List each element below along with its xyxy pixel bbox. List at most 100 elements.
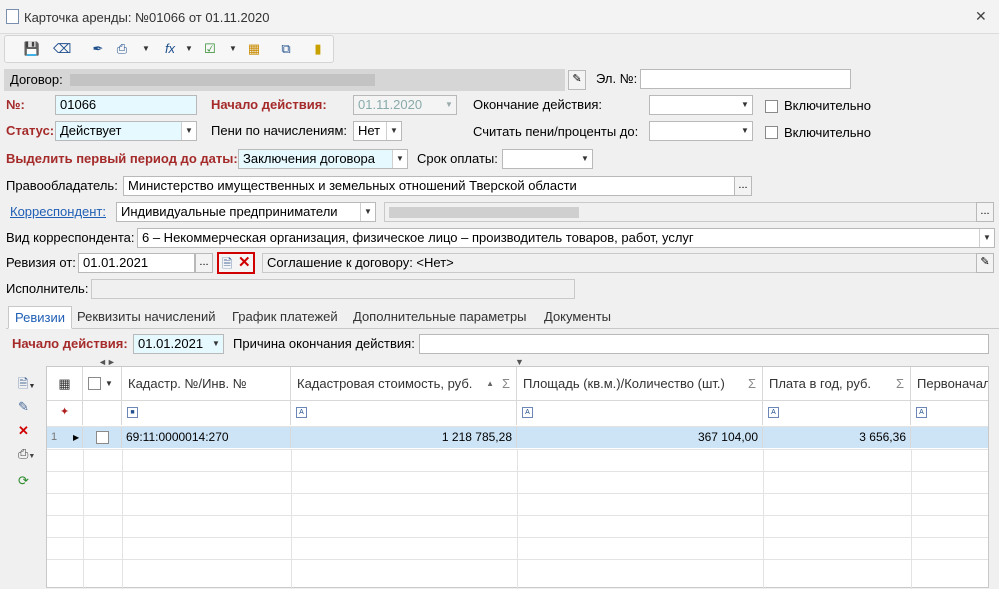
- print-dropdown-icon[interactable]: ▼: [142, 44, 150, 53]
- status-value: Действует: [60, 123, 122, 138]
- cell-area[interactable]: 367 104,00: [517, 427, 763, 448]
- executor-field: [91, 279, 575, 299]
- filter-cadastre[interactable]: ■: [122, 400, 291, 425]
- select-all-checkbox[interactable]: [88, 377, 101, 390]
- correspondent-name-field[interactable]: [384, 202, 978, 222]
- calc-icon[interactable]: ☑: [201, 40, 219, 58]
- chevron-down-icon[interactable]: ▼: [181, 122, 196, 140]
- contract-label: Договор:: [10, 72, 63, 87]
- cell-cost[interactable]: 1 218 785,28: [291, 427, 517, 448]
- end-reason-field[interactable]: [419, 334, 989, 354]
- pin-icon[interactable]: ✦: [60, 405, 69, 418]
- chevron-down-icon[interactable]: ▼: [392, 150, 407, 168]
- tab-extra-params[interactable]: Дополнительные параметры: [353, 306, 527, 329]
- print-grid-icon[interactable]: ⎙▼: [18, 445, 42, 463]
- chevron-down-icon[interactable]: ▼: [442, 96, 456, 114]
- chevron-down-icon[interactable]: ▼: [578, 150, 592, 168]
- end-date-field[interactable]: ▼: [649, 95, 753, 115]
- select-all-header[interactable]: ▼: [83, 367, 122, 400]
- chevron-down-icon[interactable]: ▼: [738, 96, 752, 114]
- delete-row-icon[interactable]: ✕: [18, 422, 42, 440]
- filter-clear-cell[interactable]: ✦: [47, 400, 83, 425]
- formula-icon[interactable]: fx: [161, 40, 179, 58]
- chevron-down-icon[interactable]: ▼: [979, 229, 994, 247]
- correspondent-type-field[interactable]: Индивидуальные предприниматели ▼: [116, 202, 376, 222]
- copy-icon[interactable]: ⧉: [277, 40, 295, 58]
- owner-field[interactable]: Министерство имущественных и земельных о…: [123, 176, 735, 196]
- formula-dropdown-icon[interactable]: ▼: [185, 44, 193, 53]
- calc-dropdown-icon[interactable]: ▼: [229, 44, 237, 53]
- col-fee[interactable]: Плата в год, руб. Σ: [763, 367, 911, 400]
- chevron-down-icon[interactable]: ▼: [386, 122, 401, 140]
- start-date-field[interactable]: 01.11.2020 ▼: [353, 95, 457, 115]
- filter-initial[interactable]: A: [911, 400, 988, 425]
- el-no-field[interactable]: [640, 69, 851, 89]
- penalty-value: Нет: [358, 123, 381, 138]
- grid-line: [122, 449, 123, 589]
- revision-date-field[interactable]: 01.01.2021: [78, 253, 195, 273]
- grid-settings-icon[interactable]: ▦: [47, 367, 83, 400]
- calc-penalty-label: Считать пени/проценты до:: [473, 124, 639, 139]
- cell-cadastre[interactable]: 69:11:0000014:270: [122, 427, 291, 448]
- edit-row-icon[interactable]: ✎: [18, 398, 42, 416]
- save-icon[interactable]: 💾: [23, 40, 41, 58]
- filter-cost[interactable]: A: [291, 400, 517, 425]
- revisions-grid: ▦ ▼ Кадастр. №/Инв. № Кадастровая стоимо…: [46, 366, 989, 589]
- chevron-down-icon[interactable]: ▼: [105, 367, 113, 400]
- col-area[interactable]: Площадь (кв.м.)/Количество (шт.) Σ: [517, 367, 763, 400]
- first-period-field[interactable]: Заключения договора ▼: [238, 149, 408, 169]
- chevron-down-icon[interactable]: ▼: [360, 203, 375, 221]
- tab-documents[interactable]: Документы: [544, 306, 611, 329]
- clear-icon[interactable]: ⌫: [53, 40, 71, 58]
- close-icon[interactable]: ✕: [975, 8, 987, 25]
- filter-fee[interactable]: A: [763, 400, 911, 425]
- chevron-down-icon[interactable]: ▼: [738, 122, 752, 140]
- tab-payment-schedule[interactable]: График платежей: [232, 306, 338, 329]
- correspondent-type-value: Индивидуальные предприниматели: [121, 204, 338, 219]
- calc-penalty-field[interactable]: ▼: [649, 121, 753, 141]
- filter-icon: A: [522, 407, 533, 418]
- inclusive-checkbox-1[interactable]: [765, 100, 778, 113]
- penalty-field[interactable]: Нет ▼: [353, 121, 402, 141]
- owner-select-button[interactable]: ...: [734, 176, 752, 196]
- revision-select-button[interactable]: ...: [195, 253, 213, 273]
- tab-accrual-details[interactable]: Реквизиты начислений: [77, 306, 216, 329]
- inclusive-checkbox-2[interactable]: [765, 126, 778, 139]
- corr-kind-label: Вид корреспондента:: [6, 230, 135, 245]
- chevron-down-icon[interactable]: ▼: [209, 335, 223, 353]
- col-cost[interactable]: Кадастровая стоимость, руб. ▲ Σ: [291, 367, 517, 400]
- filter-area[interactable]: A: [517, 400, 763, 425]
- refresh-icon[interactable]: ⟳: [18, 472, 42, 490]
- row-pointer-icon: ▶: [73, 433, 80, 442]
- edit-contract-icon[interactable]: ✎: [568, 70, 586, 90]
- row-checkbox[interactable]: [96, 431, 109, 444]
- export-icon[interactable]: ▦: [245, 40, 263, 58]
- delete-revision-icon[interactable]: ✕: [238, 253, 251, 271]
- col-cadastre[interactable]: Кадастр. №/Инв. №: [122, 367, 291, 400]
- new-revision-icon[interactable]: 🗎: [222, 255, 232, 277]
- edit-agreement-icon[interactable]: ✎: [976, 253, 994, 273]
- add-row-icon[interactable]: 🗎▼: [18, 375, 42, 393]
- correspondent-link[interactable]: Корреспондент:: [10, 202, 106, 222]
- sort-asc-icon: ▲: [486, 379, 494, 388]
- sign-icon[interactable]: ✒: [89, 40, 107, 58]
- print-icon[interactable]: ⎙: [113, 40, 131, 58]
- correspondent-select-button[interactable]: ...: [976, 202, 994, 222]
- tab-revisions[interactable]: Ревизии: [8, 306, 72, 329]
- pay-term-field[interactable]: ▼: [502, 149, 593, 169]
- row-check-cell[interactable]: [83, 427, 122, 448]
- no-field[interactable]: 01066: [55, 95, 197, 115]
- cell-fee[interactable]: 3 656,36: [763, 427, 911, 448]
- book-icon[interactable]: ▮: [309, 40, 327, 58]
- table-row[interactable]: 1 ▶ 69:11:0000014:270 1 218 785,28 367 1…: [47, 426, 988, 448]
- filter-icon: A: [768, 407, 779, 418]
- revision-start-field[interactable]: 01.01.2021 ▼: [133, 334, 224, 354]
- corr-kind-field[interactable]: 6 – Некоммерческая организация, физическ…: [137, 228, 995, 248]
- contract-value-redacted: [70, 74, 375, 86]
- cell-initial[interactable]: [911, 427, 988, 448]
- pay-term-label: Срок оплаты:: [417, 151, 498, 166]
- status-field[interactable]: Действует ▼: [55, 121, 197, 141]
- owner-label: Правообладатель:: [6, 178, 118, 193]
- col-initial[interactable]: Первоначал: [911, 367, 988, 400]
- status-label: Статус:: [6, 123, 55, 138]
